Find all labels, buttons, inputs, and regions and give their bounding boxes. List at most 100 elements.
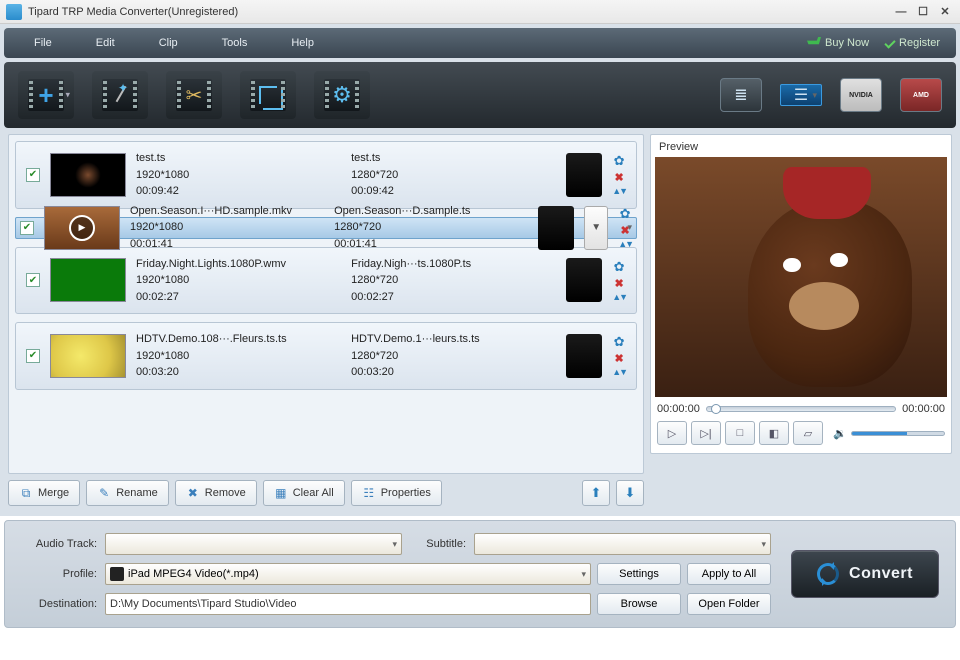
device-icon [566, 153, 602, 197]
file-source-res: 1920*1080 [136, 348, 341, 365]
file-source-name: Open.Season.I···HD.sample.mkv [130, 203, 324, 220]
clear-all-button[interactable]: ▦Clear All [263, 480, 345, 506]
properties-icon: ☷ [362, 486, 376, 500]
app-icon [6, 4, 22, 20]
row-delete-icon[interactable]: ✖ [614, 352, 623, 365]
row-delete-icon[interactable]: ✖ [614, 171, 623, 184]
file-source-info: test.ts1920*108000:09:42 [136, 150, 341, 200]
file-source-dur: 00:03:20 [136, 364, 341, 381]
maximize-button[interactable]: ☐ [914, 5, 932, 19]
subtitle-select[interactable] [474, 533, 771, 555]
file-output-res: 1280*720 [334, 219, 528, 236]
settings-button[interactable]: ⚙ [314, 71, 370, 119]
buy-now-link[interactable]: Buy Now [799, 33, 877, 53]
minimize-button[interactable]: — [892, 5, 910, 19]
player-controls: ▷ ▷| □ ◧ ▱ 🔉 [655, 421, 947, 449]
file-output-info: HDTV.Demo.1···leurs.ts.ts1280*72000:03:2… [351, 331, 556, 381]
view-detail-button[interactable]: ☰ [780, 84, 822, 106]
file-checkbox[interactable]: ✔ [26, 349, 40, 363]
volume-icon[interactable]: 🔉 [833, 427, 847, 440]
close-button[interactable]: ✕ [936, 5, 954, 19]
menu-help[interactable]: Help [269, 33, 336, 53]
row-reorder-icon[interactable]: ▲▼ [612, 186, 626, 196]
device-icon [566, 258, 602, 302]
move-up-button[interactable]: ⬆ [582, 480, 610, 506]
toolbar: + ✂ ⚙ ≣ ☰ NVIDIA AMD [4, 62, 956, 128]
row-reorder-icon[interactable]: ▲▼ [612, 367, 626, 377]
profile-dropdown-button[interactable]: ▼ [584, 206, 608, 250]
step-button[interactable]: ▷| [691, 421, 721, 445]
file-thumbnail [44, 206, 120, 250]
snapshot-folder-button[interactable]: ▱ [793, 421, 823, 445]
row-settings-icon[interactable]: ✿ [614, 334, 625, 350]
file-thumbnail [50, 334, 126, 378]
file-source-info: Open.Season.I···HD.sample.mkv1920*108000… [130, 203, 324, 253]
row-settings-icon[interactable]: ✿ [614, 259, 625, 275]
device-icon [538, 206, 574, 250]
open-folder-button[interactable]: Open Folder [687, 593, 771, 615]
row-actions: ✿ ✖ ▲▼ [612, 334, 626, 377]
destination-input[interactable]: D:\My Documents\Tipard Studio\Video [105, 593, 591, 615]
row-delete-icon[interactable]: ✖ [620, 224, 629, 237]
preview-viewport [655, 157, 947, 397]
file-output-dur: 00:03:20 [351, 364, 556, 381]
menu-edit[interactable]: Edit [74, 33, 137, 53]
file-thumbnail [50, 258, 126, 302]
view-list-button[interactable]: ≣ [720, 78, 762, 112]
remove-button[interactable]: ✖Remove [175, 480, 257, 506]
play-button[interactable]: ▷ [657, 421, 687, 445]
row-delete-icon[interactable]: ✖ [614, 277, 623, 290]
file-output-info: test.ts1280*72000:09:42 [351, 150, 556, 200]
trim-button[interactable]: ✂ [166, 71, 222, 119]
profile-select[interactable]: iPad MPEG4 Video(*.mp4) [105, 563, 591, 585]
title-bar: Tipard TRP Media Converter(Unregistered)… [0, 0, 960, 24]
merge-button[interactable]: ⧉Merge [8, 480, 80, 506]
file-output-res: 1280*720 [351, 348, 556, 365]
list-actions: ⧉Merge ✎Rename ✖Remove ▦Clear All ☷Prope… [8, 480, 644, 506]
file-row[interactable]: ✔Friday.Night.Lights.1080P.wmv1920*10800… [15, 247, 637, 315]
row-actions: ✿ ✖ ▲▼ [612, 153, 626, 196]
effect-button[interactable] [92, 71, 148, 119]
pencil-icon: ✎ [97, 486, 111, 500]
convert-button[interactable]: Convert [791, 550, 939, 598]
file-row[interactable]: ✔HDTV.Demo.108···.Fleurs.ts.ts1920*10800… [15, 322, 637, 390]
menu-tools[interactable]: Tools [200, 33, 270, 53]
snapshot-button[interactable]: ◧ [759, 421, 789, 445]
properties-button[interactable]: ☷Properties [351, 480, 442, 506]
file-row[interactable]: ✔ test.ts1920*108000:09:42test.ts1280*720… [15, 141, 637, 209]
row-settings-icon[interactable]: ✿ [614, 153, 625, 169]
file-checkbox[interactable]: ✔ [26, 168, 40, 182]
row-reorder-icon[interactable]: ▲▼ [612, 292, 626, 302]
file-checkbox[interactable]: ✔ [26, 273, 40, 287]
register-link[interactable]: Register [877, 33, 948, 53]
file-row[interactable]: ✔Open.Season.I···HD.sample.mkv1920*10800… [15, 217, 637, 239]
file-list: ✔ test.ts1920*108000:09:42test.ts1280*720… [8, 134, 644, 474]
file-output-res: 1280*720 [351, 272, 556, 289]
add-file-button[interactable]: + [18, 71, 74, 119]
apply-to-all-button[interactable]: Apply to All [687, 563, 771, 585]
file-source-res: 1920*1080 [136, 272, 341, 289]
file-source-name: Friday.Night.Lights.1080P.wmv [136, 256, 341, 273]
menu-bar: File Edit Clip Tools Help Buy Now Regist… [4, 28, 956, 58]
file-source-res: 1920*1080 [130, 219, 324, 236]
output-settings: Audio Track: Subtitle: Profile: iPad MPE… [4, 520, 956, 628]
time-current: 00:00:00 [657, 403, 700, 415]
file-source-dur: 00:01:41 [130, 236, 324, 253]
volume-slider[interactable] [851, 431, 945, 436]
row-reorder-icon[interactable]: ▲▼ [618, 239, 632, 249]
crop-button[interactable] [240, 71, 296, 119]
nvidia-badge: NVIDIA [840, 78, 882, 112]
row-settings-icon[interactable]: ✿ [620, 206, 631, 222]
menu-clip[interactable]: Clip [137, 33, 200, 53]
seek-slider[interactable] [706, 406, 896, 412]
stop-button[interactable]: □ [725, 421, 755, 445]
browse-button[interactable]: Browse [597, 593, 681, 615]
move-down-button[interactable]: ⬇ [616, 480, 644, 506]
menu-file[interactable]: File [12, 33, 74, 53]
rename-button[interactable]: ✎Rename [86, 480, 169, 506]
check-icon [884, 37, 895, 48]
audio-track-select[interactable] [105, 533, 402, 555]
file-checkbox[interactable]: ✔ [20, 221, 34, 235]
file-output-name: HDTV.Demo.1···leurs.ts.ts [351, 331, 556, 348]
profile-settings-button[interactable]: Settings [597, 563, 681, 585]
